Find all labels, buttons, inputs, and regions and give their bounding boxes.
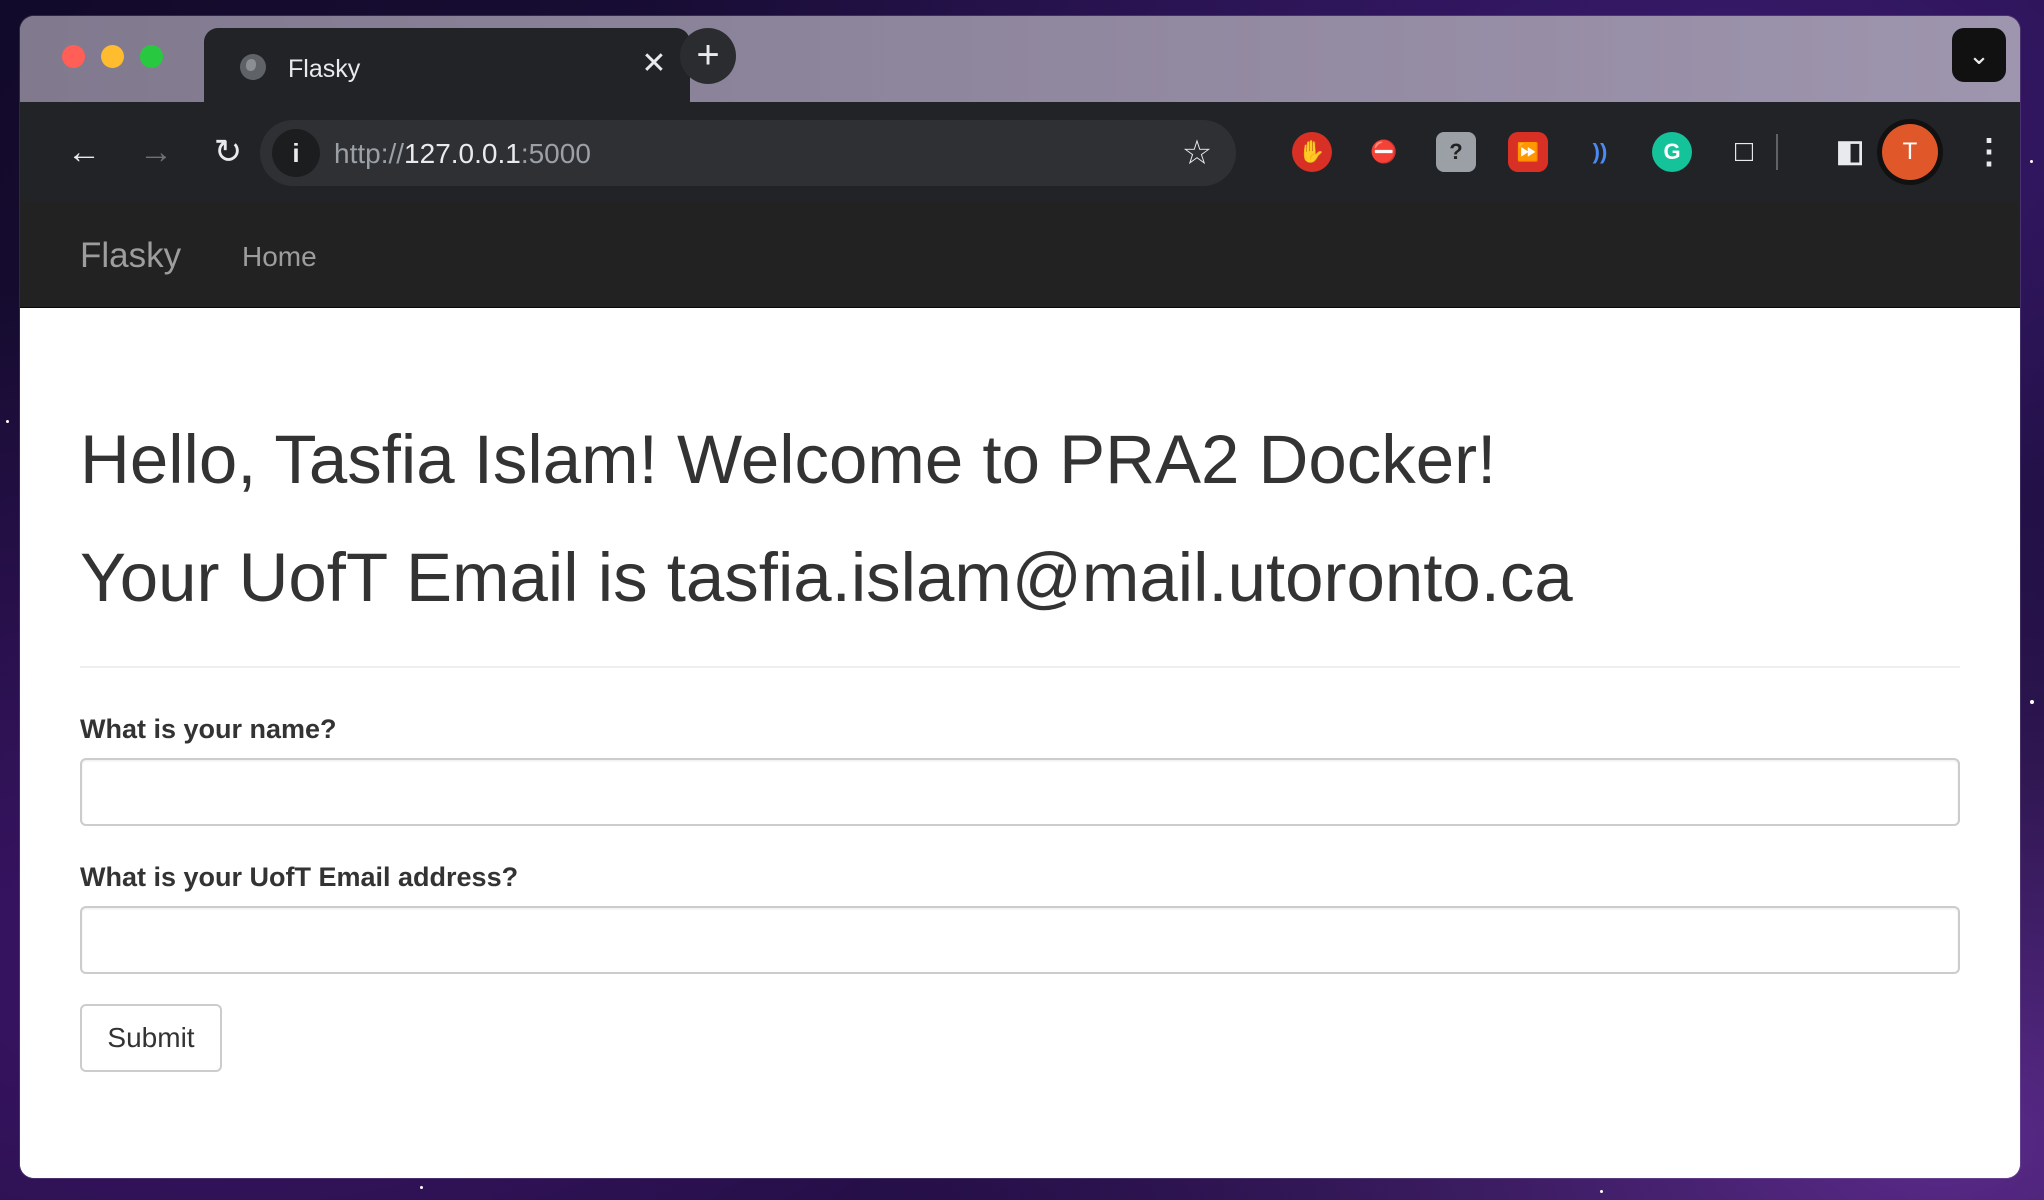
tab-title: Flasky [288,55,361,83]
url-port: :5000 [520,138,591,169]
new-tab-button[interactable]: + [680,28,736,84]
shield-block-icon[interactable]: ⛔ [1364,132,1404,172]
reload-icon: ↻ [213,133,243,171]
star [6,420,9,423]
url-scheme: http:// [334,138,405,169]
maximize-window-button[interactable] [140,45,163,68]
nav-home-link[interactable]: Home [242,241,317,273]
arrow-left-icon: ← [67,133,101,171]
submit-button[interactable]: Submit [80,1004,222,1072]
email-input[interactable] [80,906,1960,974]
star [2030,700,2034,704]
close-window-button[interactable] [62,45,85,68]
tab-strip: Flasky ✕ + ⌄ [20,16,2020,102]
back-button[interactable]: ← [58,126,110,178]
tab-search-button[interactable]: ⌄ [1952,28,2006,82]
help-icon[interactable]: ? [1436,132,1476,172]
bookmark-star-icon[interactable]: ☆ [1174,130,1220,176]
greeting-heading: Hello, Tasfia Islam! Welcome to PRA2 Doc… [80,421,1497,498]
grammarly-icon[interactable]: G [1652,132,1692,172]
name-label: What is your name? [80,714,337,744]
url-text: http://127.0.0.1:5000 [334,138,591,170]
hand-stop-icon[interactable]: ✋ [1292,132,1332,172]
profile-avatar[interactable]: T [1882,124,1938,180]
arrow-right-icon: → [139,133,173,171]
star [420,1186,423,1189]
fast-forward-icon[interactable]: ⏩ [1508,132,1548,172]
chevron-down-icon: ⌄ [1968,40,1990,70]
info-icon[interactable]: i [272,129,320,177]
puzzle-icon[interactable]: □ [1724,132,1764,172]
name-input[interactable] [80,758,1960,826]
email-heading: Your UofT Email is tasfia.islam@mail.uto… [80,539,1573,616]
reload-button[interactable]: ↻ [202,126,254,178]
email-label: What is your UofT Email address? [80,862,519,892]
tab-flasky[interactable]: Flasky ✕ [204,28,690,102]
star [2030,160,2033,163]
browser-window: Flasky ✕ + ⌄ ← → ↻ i http://127.0.0.1:50… [20,16,2020,1178]
minimize-window-button[interactable] [101,45,124,68]
close-tab-icon[interactable]: ✕ [636,46,672,82]
wave-icon[interactable]: )) [1580,132,1620,172]
site-navbar: Flasky Home [20,202,2020,308]
header-divider [80,666,1960,668]
address-bar[interactable]: i http://127.0.0.1:5000 ☆ [260,120,1236,186]
star [1600,1190,1603,1193]
toolbar-divider [1776,134,1778,170]
web-page: Flasky Home Hello, Tasfia Islam! Welcome… [20,202,2020,1178]
menu-dots-icon[interactable]: ⋮ [1972,126,2006,178]
url-host: 127.0.0.1 [404,138,521,169]
forward-button[interactable]: → [130,126,182,178]
navbar-brand[interactable]: Flasky [80,236,181,276]
browser-toolbar: ← → ↻ i http://127.0.0.1:5000 ☆ ✋ ⛔ ? ⏩ … [20,102,2020,202]
side-panel-icon[interactable]: ◧ [1830,132,1870,172]
globe-icon [240,54,266,80]
